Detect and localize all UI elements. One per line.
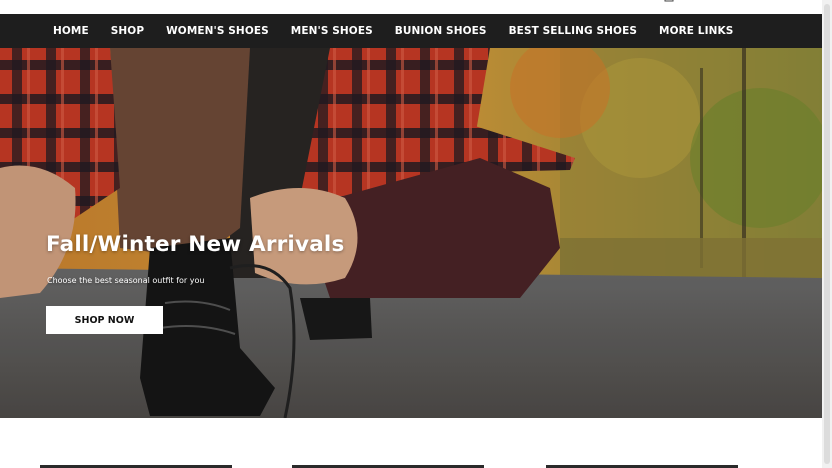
nav-item-shop[interactable]: SHOP [111,25,144,37]
cart-icon[interactable] [664,0,674,3]
hero-title: Fall/Winter New Arrivals [46,232,345,257]
page-scrollbar[interactable] [822,0,832,468]
shop-now-button[interactable]: SHOP NOW [46,306,163,334]
nav-item-bunion-shoes[interactable]: BUNION SHOES [395,25,487,37]
hero-banner: Fall/Winter New Arrivals Choose the best… [0,48,822,418]
scrollbar-thumb[interactable] [824,4,830,464]
content-section [0,418,822,468]
nav-item-mens-shoes[interactable]: MEN'S SHOES [291,25,373,37]
nav-item-home[interactable]: HOME [53,25,89,37]
hero-subtitle: Choose the best seasonal outfit for you [47,276,205,285]
nav-item-more-links[interactable]: MORE LINKS [659,25,733,37]
top-utility-bar [0,0,822,14]
main-navigation: HOME SHOP WOMEN'S SHOES MEN'S SHOES BUNI… [0,14,822,48]
nav-item-womens-shoes[interactable]: WOMEN'S SHOES [166,25,269,37]
nav-item-best-selling-shoes[interactable]: BEST SELLING SHOES [509,25,637,37]
